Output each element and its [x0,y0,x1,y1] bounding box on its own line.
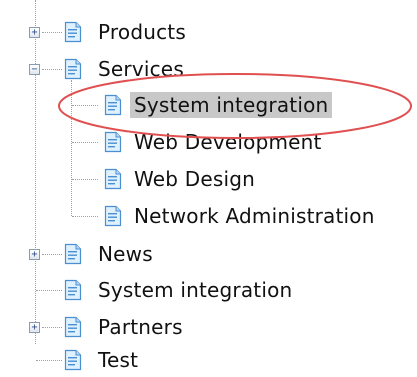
tree-node-label: Web Design [134,167,256,191]
tree-node-label: Network Administration [134,204,375,228]
tree-node-news[interactable]: + News [28,237,157,271]
document-icon [64,349,82,371]
tree-node-partners[interactable]: + Partners [28,310,187,344]
expand-plus-icon[interactable]: + [29,27,40,38]
highlight-oval-annotation [58,73,412,139]
document-icon [64,316,82,338]
document-icon [64,21,82,43]
tree-node-network-administration[interactable]: Network Administration [72,199,379,233]
tree-node-label: System integration [98,278,293,302]
expand-plus-icon[interactable]: + [29,322,40,333]
document-icon [104,205,122,227]
tree-connector-line [36,290,62,291]
tree-connector-line [42,32,62,33]
tree-connector-line [42,327,62,328]
page-tree: + Products − Services System integration [0,0,417,374]
tree-node-products[interactable]: + Products [28,15,190,49]
tree-node-system-integration[interactable]: System integration [28,273,296,307]
document-icon [64,279,82,301]
document-icon [104,168,122,190]
tree-connector-line [72,179,98,180]
tree-connector-line [72,216,98,217]
tree-node-label: News [98,242,153,266]
expand-plus-icon[interactable]: + [29,249,40,260]
tree-connector-line [36,360,62,361]
tree-node-label: Test [98,348,139,372]
tree-node-test[interactable]: Test [28,343,142,377]
tree-connector-line [42,254,62,255]
tree-node-label: Partners [98,315,183,339]
document-icon [64,243,82,265]
collapse-minus-icon[interactable]: − [29,64,40,75]
tree-node-web-design[interactable]: Web Design [72,162,259,196]
tree-node-label: Products [98,20,186,44]
